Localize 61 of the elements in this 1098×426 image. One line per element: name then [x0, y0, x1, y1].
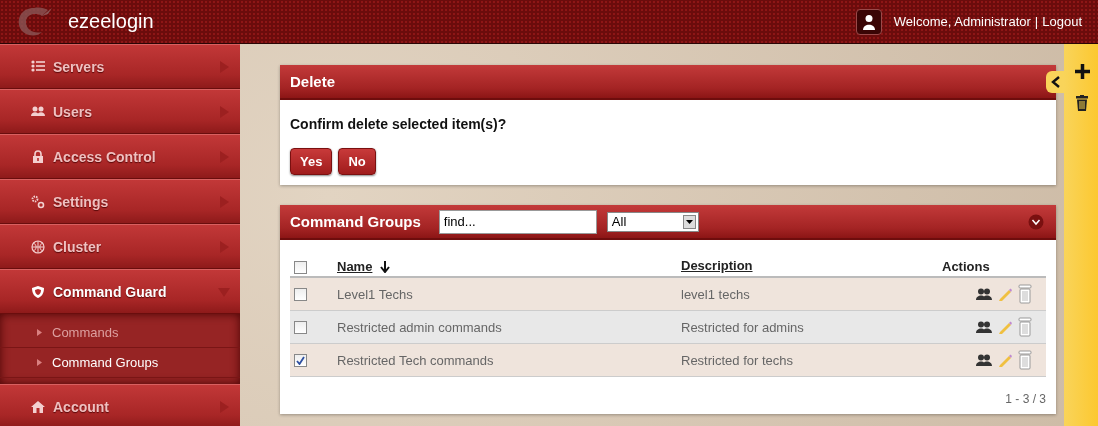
padlock-icon [31, 149, 45, 164]
checkbox[interactable] [294, 353, 307, 367]
basketball-icon [31, 239, 45, 254]
panel-title: Delete [280, 65, 1056, 100]
filter-dropdown[interactable]: All [606, 211, 699, 232]
users-icon[interactable] [976, 321, 992, 333]
sidebar-item[interactable]: Access Control [0, 134, 240, 179]
caret-down-icon [218, 285, 230, 298]
table-cell: level1 techs [681, 287, 750, 302]
welcome-text: Welcome, Administrator [893, 14, 1031, 29]
trash-icon[interactable] [1076, 95, 1088, 111]
checkbox[interactable] [294, 320, 307, 334]
submenu-item[interactable]: Commands [0, 318, 240, 348]
list-icon [31, 59, 45, 74]
shield-icon [31, 284, 45, 299]
caret-right-icon [218, 150, 230, 163]
sidebar-item[interactable]: Command Guard [0, 269, 240, 314]
sidebar-item[interactable]: Users [0, 89, 240, 134]
chevron-left-icon [1050, 76, 1060, 88]
gears-icon [31, 194, 45, 209]
checkbox[interactable] [294, 287, 307, 301]
table-cell: Level1 Techs [337, 286, 413, 302]
caret-right-icon [218, 240, 230, 253]
caret-right-icon [218, 400, 230, 413]
plus-icon[interactable] [1074, 64, 1090, 79]
sidebar-item[interactable]: Servers [0, 44, 240, 89]
sidebar-item[interactable]: Account [0, 384, 240, 426]
caret-right-icon [218, 60, 230, 73]
dialog-button[interactable]: Yes [290, 148, 333, 175]
sidebar-item[interactable]: Settings [0, 179, 240, 224]
caret-right-icon [218, 195, 230, 208]
users-icon[interactable] [976, 288, 992, 300]
checkmark-icon [296, 355, 305, 365]
submenu-item[interactable]: Command Groups [0, 348, 240, 378]
table-cell: Restricted for techs [681, 353, 793, 368]
house-icon [31, 399, 45, 414]
brand-name: ezeelogin [68, 10, 154, 33]
user-avatar-icon[interactable] [855, 8, 882, 35]
caret-down-icon [685, 219, 693, 224]
logout-link[interactable]: Logout [1042, 14, 1082, 29]
bullet-icon [37, 329, 42, 336]
panel-title: Command Groups [290, 213, 421, 230]
dialog-button[interactable]: No [338, 148, 376, 175]
column-header: Actions [942, 259, 990, 274]
confirm-message: Confirm delete selected item(s)? [290, 116, 508, 132]
column-header[interactable]: Description [681, 258, 753, 273]
table-cell: Restricted for admins [681, 320, 804, 335]
checkbox[interactable] [294, 261, 307, 274]
search-field[interactable]: find... [438, 209, 597, 234]
collapse-tab[interactable] [1046, 71, 1064, 93]
column-header[interactable]: Name [337, 259, 373, 274]
users-icon[interactable] [976, 354, 992, 366]
users-icon [31, 104, 45, 119]
pagination-text: 1 - 3 / 3 [1005, 392, 1046, 406]
bullet-icon [37, 359, 42, 366]
separator-text: | [1034, 14, 1039, 29]
table-cell: Restricted admin commands [337, 319, 502, 335]
caret-right-icon [218, 105, 230, 118]
collapse-icon [1028, 213, 1044, 230]
table-cell: Restricted Tech commands [337, 352, 494, 368]
sidebar-item[interactable]: Cluster [0, 224, 240, 269]
